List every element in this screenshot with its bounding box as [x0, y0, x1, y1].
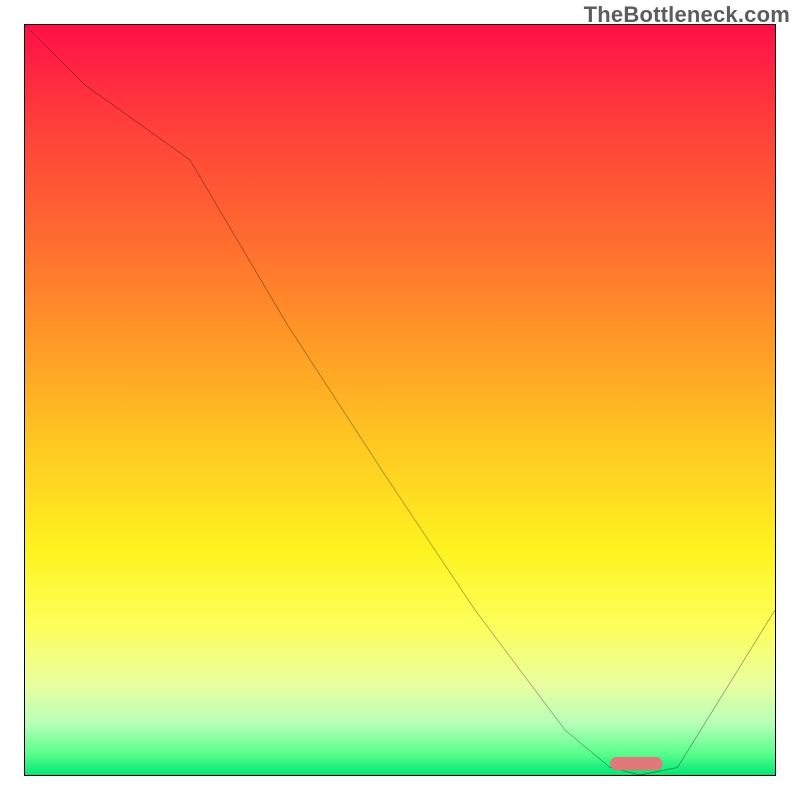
- bottleneck-curve: [25, 25, 775, 775]
- optimal-marker: [610, 757, 663, 771]
- plot-area: [24, 24, 776, 776]
- chart-svg: [25, 25, 775, 775]
- chart-container: TheBottleneck.com: [0, 0, 800, 800]
